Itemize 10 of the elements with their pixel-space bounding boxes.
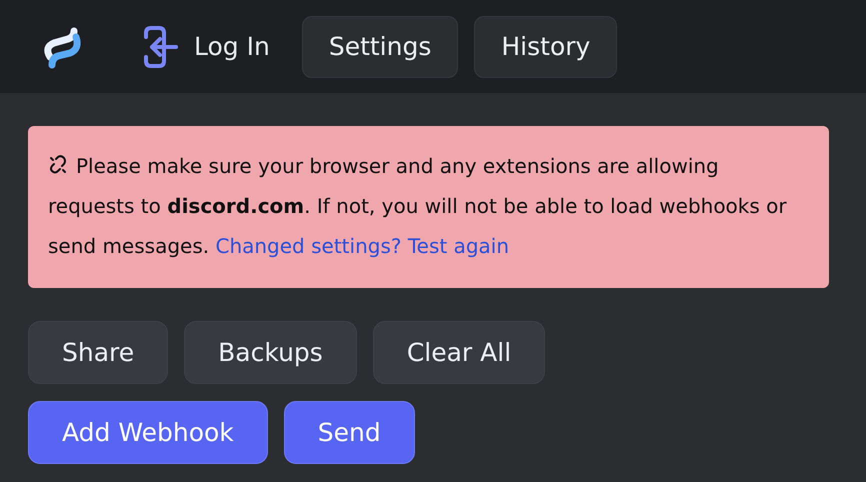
secondary-button[interactable]: Share xyxy=(28,321,168,384)
login-link[interactable]: Log In xyxy=(136,24,270,68)
nav-button[interactable]: History xyxy=(474,16,618,78)
primary-button[interactable]: Send xyxy=(284,401,415,464)
secondary-button[interactable]: Backups xyxy=(184,321,357,384)
warning-text: Please make sure your browser and any extensions are allowing requests to discord.com. If not, you will not be able to load webhooks or send messages. Changed settings? Test again xyxy=(48,154,787,258)
primary-button[interactable]: Add Webhook xyxy=(28,401,268,464)
nav-button[interactable]: Settings xyxy=(302,16,458,78)
broken-link-icon xyxy=(48,155,68,175)
secondary-button[interactable]: Clear All xyxy=(372,321,546,384)
